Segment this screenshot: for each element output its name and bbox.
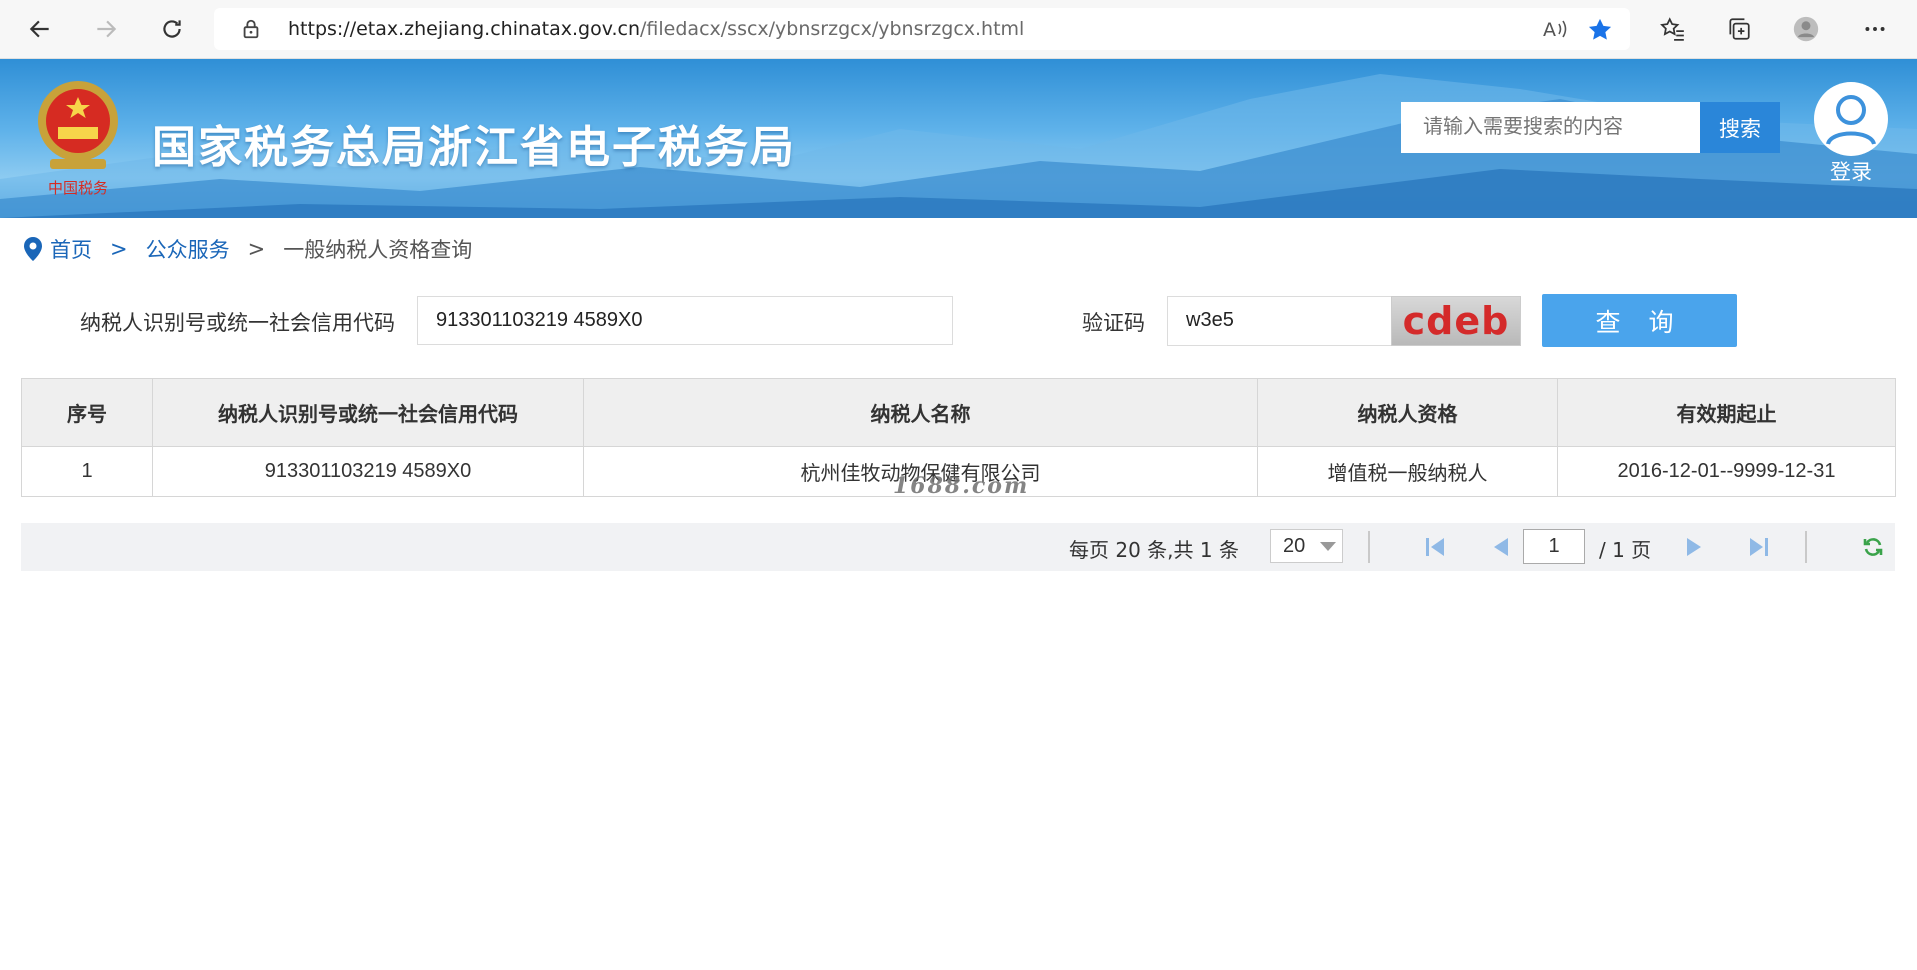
previous-page-icon[interactable] [1489, 535, 1513, 559]
pagination-bar: 每页 20 条,共 1 条 20 1 / 1 页 [21, 523, 1895, 571]
breadcrumb-section-link[interactable]: 公众服务 [146, 234, 230, 264]
refresh-button[interactable] [152, 9, 192, 49]
pager-divider [1368, 531, 1370, 563]
cell-qualification: 增值税一般纳税人 [1257, 446, 1558, 497]
page-size-select[interactable]: 20 [1270, 529, 1343, 563]
login-label[interactable]: 登录 [1830, 156, 1872, 186]
table-header-row: 序号 纳税人识别号或统一社会信用代码 纳税人名称 纳税人资格 有效期起止 [21, 378, 1896, 447]
forward-arrow-icon [97, 20, 117, 38]
back-button[interactable] [20, 9, 60, 49]
breadcrumb-current: 一般纳税人资格查询 [283, 238, 473, 262]
query-button[interactable]: 查 询 [1542, 294, 1737, 347]
watermark-text: 1688.com [893, 473, 1030, 499]
forward-button[interactable] [86, 9, 126, 49]
breadcrumb: 首页 > 公众服务 > 一般纳税人资格查询 [22, 234, 472, 264]
site-banner: 中国税务 国家税务总局浙江省电子税务局 搜索 登录 [0, 59, 1917, 218]
column-header-validity: 有效期起止 [1557, 378, 1896, 447]
refresh-icon [163, 20, 181, 38]
captcha-label: 验证码 [1082, 311, 1145, 335]
current-page-input[interactable]: 1 [1523, 529, 1585, 564]
back-arrow-icon [29, 20, 49, 38]
favorite-star-icon[interactable] [1586, 16, 1614, 44]
favorites-list-icon [1660, 17, 1684, 41]
taxpayer-id-input[interactable]: 913301103219 4589X0 [417, 296, 953, 345]
read-aloud-icon[interactable]: A [1542, 17, 1568, 41]
national-emblem-icon: 中国税务 [38, 81, 118, 197]
pagination-info: 每页 20 条,共 1 条 [1069, 538, 1239, 562]
column-header-taxpayer-name: 纳税人名称 [583, 378, 1258, 447]
login-avatar[interactable] [1814, 82, 1888, 156]
taxpayer-id-label: 纳税人识别号或统一社会信用代码 [80, 311, 395, 335]
captcha-image[interactable]: cdeb [1391, 296, 1521, 346]
breadcrumb-home-link[interactable]: 首页 [50, 234, 92, 264]
total-pages: / 1 页 [1599, 538, 1652, 562]
location-pin-icon [24, 237, 42, 261]
more-dots-icon [1865, 27, 1885, 31]
collections-button[interactable] [1719, 9, 1759, 49]
lock-icon [243, 19, 259, 39]
reload-icon[interactable] [1861, 535, 1885, 559]
site-title: 国家税务总局浙江省电子税务局 [152, 122, 796, 173]
collections-icon [1729, 18, 1750, 40]
breadcrumb-separator: > [110, 237, 128, 261]
svg-text:A: A [1543, 19, 1556, 41]
favorites-button[interactable] [1653, 9, 1693, 49]
profile-button[interactable] [1786, 9, 1826, 49]
column-header-qualification: 纳税人资格 [1257, 378, 1558, 447]
browser-toolbar: https://etax.zhejiang.chinatax.gov.cn/fi… [0, 0, 1917, 59]
url-text: https://etax.zhejiang.chinatax.gov.cn/fi… [288, 18, 1024, 40]
next-page-icon[interactable] [1682, 535, 1706, 559]
pager-divider [1805, 531, 1807, 563]
page-size-value: 20 [1283, 535, 1306, 557]
cell-taxpayer-id: 913301103219 4589X0 [152, 446, 584, 497]
cell-validity: 2016-12-01--9999-12-31 [1557, 446, 1896, 497]
address-bar[interactable]: https://etax.zhejiang.chinatax.gov.cn/fi… [214, 8, 1630, 50]
last-page-icon[interactable] [1747, 535, 1771, 559]
site-search-button[interactable]: 搜索 [1700, 102, 1780, 153]
url-path: /filedacx/sscx/ybnsrzgcx/ybnsrzgcx.html [640, 18, 1025, 40]
more-menu-button[interactable] [1855, 9, 1895, 49]
user-icon [1826, 95, 1876, 145]
first-page-icon[interactable] [1423, 535, 1447, 559]
column-header-index: 序号 [21, 378, 153, 447]
site-search-input[interactable] [1401, 102, 1700, 153]
captcha-input[interactable]: w3e5 [1167, 296, 1392, 346]
dropdown-caret-icon [1320, 542, 1336, 551]
cell-index: 1 [21, 446, 153, 497]
captcha-image-text: cdeb [1402, 299, 1510, 343]
emblem-caption: 中国税务 [48, 179, 108, 197]
url-host: https://etax.zhejiang.chinatax.gov.cn [288, 18, 641, 40]
profile-avatar-icon [1793, 16, 1819, 42]
breadcrumb-separator: > [247, 237, 266, 261]
column-header-taxpayer-id: 纳税人识别号或统一社会信用代码 [152, 378, 584, 447]
